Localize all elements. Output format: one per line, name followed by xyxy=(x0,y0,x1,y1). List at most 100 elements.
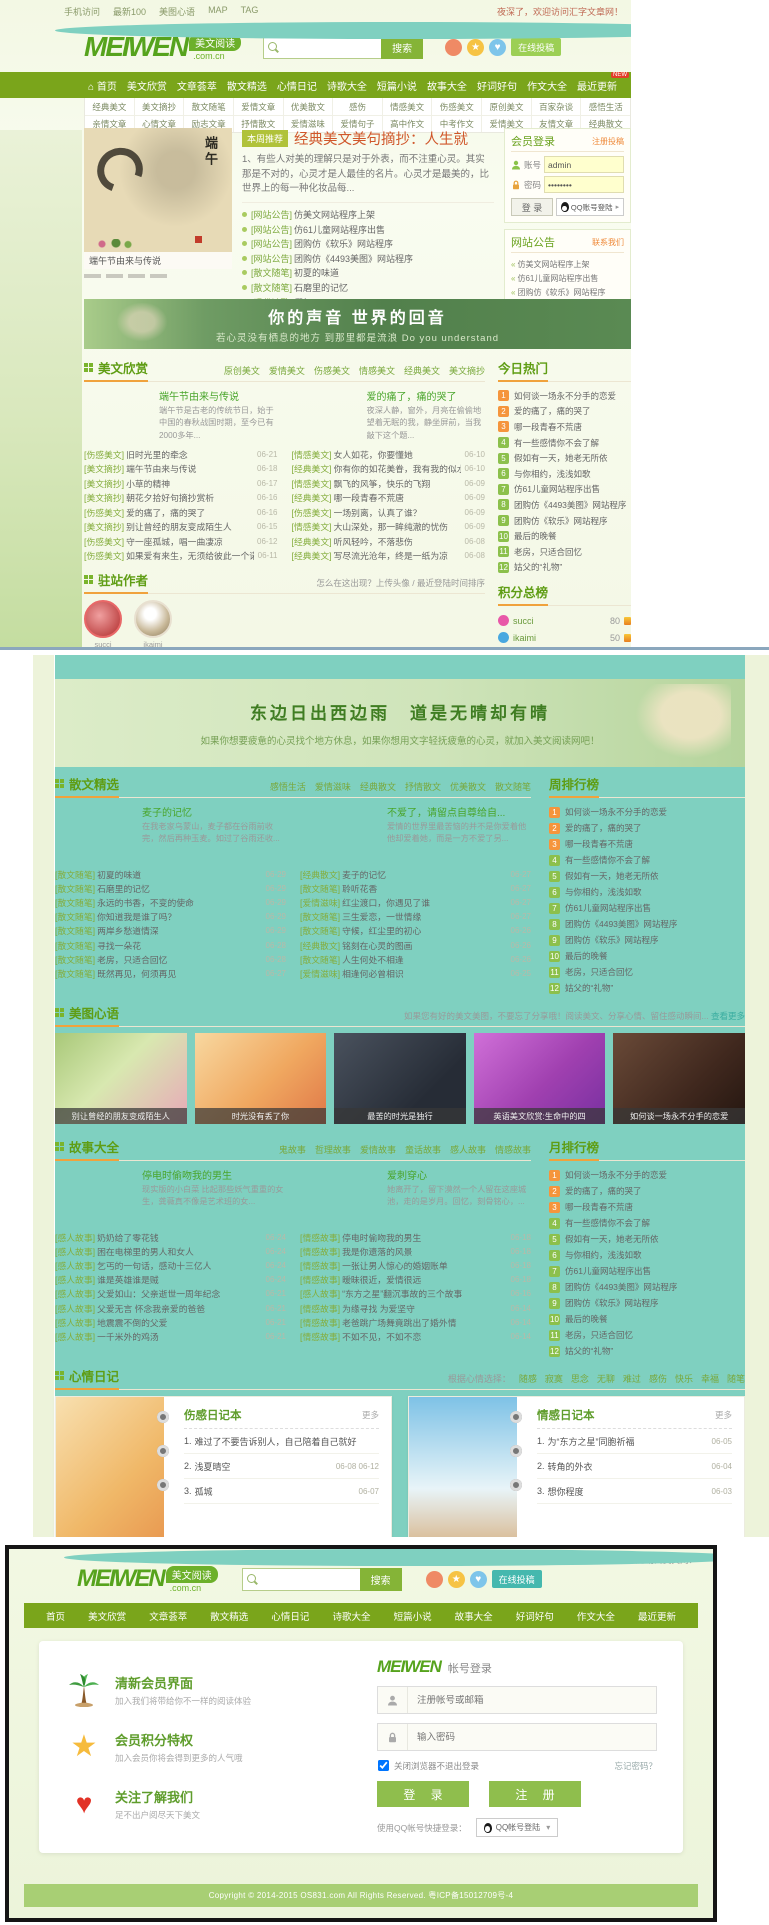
gallery-image[interactable]: 如何谈一场永不分手的恋爱 xyxy=(613,1033,745,1124)
rank-item[interactable]: 团购仿《软乐》网站程序 xyxy=(549,1295,745,1311)
rank-item[interactable]: 爱的痛了，痛的哭了 xyxy=(498,404,631,420)
heart-icon[interactable]: ♥ xyxy=(489,39,506,56)
article-row[interactable]: [散文随笔]人生何处不相逢06-26 xyxy=(300,952,531,966)
rank-item[interactable]: 最后的晚餐 xyxy=(549,948,745,964)
contact-link[interactable]: 联系我们 xyxy=(592,237,624,248)
rank-item[interactable]: 爱的痛了，痛的哭了 xyxy=(549,1183,745,1199)
mood-link[interactable]: 幸福 xyxy=(701,1372,719,1385)
notice-item[interactable]: 仿61儿童网站程序出售 xyxy=(511,271,624,285)
mood-link[interactable]: 无聊 xyxy=(597,1372,615,1385)
section-tab[interactable]: 爱情美文 xyxy=(269,364,305,377)
headline-item[interactable]: [网站公告]团购仿《4493美图》网站程序 xyxy=(242,251,494,266)
article-row[interactable]: [经典散文]铭刻在心灵的图画06-26 xyxy=(300,938,531,952)
promo-banner[interactable]: 你的声音 世界的回音 若心灵没有栖息的地方 到那里都是流浪 Do you und… xyxy=(84,299,631,349)
subnav-link[interactable]: 经典美文 xyxy=(85,98,135,115)
nav-item[interactable]: 好词好句 xyxy=(477,78,517,93)
subnav-link[interactable]: 原创美文 xyxy=(482,98,532,115)
rank-item[interactable]: 哪一段青春不荒唐 xyxy=(549,1199,745,1215)
poem-banner[interactable]: 东边日出西边雨 道是无晴却有晴 如果你想要疲惫的心灵找个地方休息，如果你想用文字… xyxy=(55,679,745,767)
article-row[interactable]: [散文随笔]两岸乡愁道情深06-29 xyxy=(55,924,286,938)
account-input[interactable] xyxy=(544,156,624,173)
weibo-icon[interactable] xyxy=(426,1571,443,1588)
rank-item[interactable]: 团购仿《4493美图》网站程序 xyxy=(549,916,745,932)
remember-checkbox[interactable] xyxy=(378,1760,389,1771)
qq-share-icon[interactable] xyxy=(64,1549,717,1566)
gallery-image[interactable]: 别让曾经的朋友变成陌生人 xyxy=(55,1033,187,1124)
section-tab[interactable]: 鬼故事 xyxy=(279,1143,306,1156)
topbar-link[interactable]: 最新100 xyxy=(113,5,146,18)
view-more-link[interactable]: 查看更多 xyxy=(711,1011,745,1021)
article-row[interactable]: [散文随笔]寻找一朵花06-28 xyxy=(55,938,286,952)
topbar-link[interactable]: TAG xyxy=(241,5,259,18)
article-row[interactable]: [美文摘抄]朝花夕拾好句摘抄赏析06-16 xyxy=(84,490,278,505)
article-row[interactable]: [伤感美文]爱的痛了，痛的哭了06-16 xyxy=(84,505,278,520)
nav-item[interactable]: 最近更新 xyxy=(577,78,617,93)
submit-article-button[interactable]: 在线投稿 xyxy=(492,1570,542,1588)
headline-item[interactable]: [散文随笔]初夏的味道 xyxy=(242,266,494,281)
article-row[interactable]: [散文随笔]老房，只适合回忆06-28 xyxy=(55,952,286,966)
article-row[interactable]: [情感故事]不如不见，不如不恋06-14 xyxy=(300,1329,531,1343)
section-tab[interactable]: 散文随笔 xyxy=(495,780,531,793)
rank-item[interactable]: 老房，只适合回忆 xyxy=(498,544,631,560)
rank-item[interactable]: 老房，只适合回忆 xyxy=(549,964,745,980)
section-tab[interactable]: 经典散文 xyxy=(360,780,396,793)
rank-item[interactable]: 哪一段青春不荒唐 xyxy=(549,836,745,852)
article-row[interactable]: [散文随笔]聆听花香06-27 xyxy=(300,881,531,895)
rank-item[interactable]: 有一些感情你不会了解 xyxy=(549,1215,745,1231)
article-row[interactable]: [散文随笔]三生爱恋，一世情缘06-27 xyxy=(300,910,531,924)
article-row[interactable]: [爱情滋味]相逢何必曾相识06-25 xyxy=(300,966,531,980)
section-tab[interactable]: 抒情散文 xyxy=(405,780,441,793)
article-row[interactable]: [情感故事]停电时偷吻我的男生06-18 xyxy=(300,1230,531,1244)
diary-row-item[interactable]: 1.难过了不要告诉别人，自己陪着自己就好 xyxy=(184,1429,379,1454)
mood-link[interactable]: 感伤 xyxy=(649,1372,667,1385)
nav-item[interactable]: 故事大全 xyxy=(455,1609,493,1623)
rank-item[interactable]: 如何谈一场永不分手的恋爱 xyxy=(498,388,631,404)
author-avatar[interactable]: ikaimi xyxy=(134,600,172,648)
rank-item[interactable]: 团购仿《软乐》网站程序 xyxy=(498,513,631,529)
mood-link[interactable]: 难过 xyxy=(623,1372,641,1385)
search-button[interactable]: 搜索 xyxy=(360,1568,402,1591)
subnav-link[interactable]: 伤感美文 xyxy=(432,98,482,115)
headline-item[interactable]: [网站公告]仿美文网站程序上架 xyxy=(242,207,494,222)
notice-item[interactable]: 团购仿《软乐》网站程序 xyxy=(511,285,624,299)
article-row[interactable]: [情感美文]大山深处，那一眸纯澈的忧伤06-09 xyxy=(292,519,486,534)
nav-item[interactable]: 美文欣赏 xyxy=(127,78,167,93)
nav-item[interactable]: 文章荟萃 xyxy=(149,1609,187,1623)
article-row[interactable]: [情感故事]一张让男人惊心的婚姻账单06-18 xyxy=(300,1258,531,1272)
forgot-password-link[interactable]: 忘记密码？ xyxy=(614,1760,657,1772)
nav-item[interactable]: 最近更新 xyxy=(638,1609,676,1623)
nav-item[interactable]: 散文精选 xyxy=(210,1609,248,1623)
subnav-link[interactable]: 感悟生活 xyxy=(581,98,630,115)
article-row[interactable]: [散文随笔]你知道我是谁了吗？06-29 xyxy=(55,910,286,924)
featured-article[interactable]: 端午节由来与传说端午节是古老的传统节日，始于中国的春秋战国时期，至今已有2000… xyxy=(84,388,278,442)
article-row[interactable]: [感人故事]谁是英雄谁是贼06-24 xyxy=(55,1273,286,1287)
favorite-star-icon[interactable]: ★ xyxy=(448,1571,465,1588)
nav-item[interactable]: 短篇小说 xyxy=(394,1609,432,1623)
article-row[interactable]: [经典散文]麦子的记忆06-27 xyxy=(300,867,531,881)
topbar-link[interactable]: 手机访问 xyxy=(64,5,100,18)
rank-item[interactable]: 与你相约，浅浅如歌 xyxy=(549,1247,745,1263)
login-button[interactable]: 登 录 xyxy=(377,1781,469,1807)
nav-item[interactable]: 作文大全 xyxy=(577,1609,615,1623)
article-row[interactable]: [经典美文]听风轻吟，不落悲伤06-08 xyxy=(292,534,486,549)
nav-item[interactable]: 诗歌大全 xyxy=(327,78,367,93)
rank-item[interactable]: 假如有一天，她老无所依 xyxy=(549,868,745,884)
rank-item[interactable]: 团购仿《4493美图》网站程序 xyxy=(549,1279,745,1295)
article-row[interactable]: [美文摘抄]小草的精神06-17 xyxy=(84,476,278,491)
more-link[interactable]: 更多 xyxy=(715,1409,732,1421)
submit-article-button[interactable]: 在线投稿 xyxy=(511,38,561,56)
rank-item[interactable]: 仿61儿童网站程序出售 xyxy=(549,1263,745,1279)
rank-item[interactable]: 有一些感情你不会了解 xyxy=(549,852,745,868)
article-row[interactable]: [情感故事]暧昧很近，爱情很远06-18 xyxy=(300,1273,531,1287)
nav-item[interactable]: 心情日记 xyxy=(277,78,317,93)
rank-item[interactable]: 如何谈一场永不分手的恋爱 xyxy=(549,1167,745,1183)
headline-item[interactable]: [网站公告]团购仿《软乐》网站程序 xyxy=(242,236,494,251)
article-row[interactable]: [经典美文]你有你的如花美眷，我有我的似水06-10 xyxy=(292,461,486,476)
section-tab[interactable]: 情感故事 xyxy=(495,1143,531,1156)
nav-item[interactable]: 散文精选 xyxy=(227,78,267,93)
search-input[interactable] xyxy=(242,1568,360,1591)
article-row[interactable]: [感人故事]乞丐的一句话，感动十三亿人06-24 xyxy=(55,1258,286,1272)
article-row[interactable]: [情感美文]飘飞的风筝，快乐的飞翔06-09 xyxy=(292,476,486,491)
nav-item[interactable]: 短篇小说 xyxy=(377,78,417,93)
mood-link[interactable]: 随感 xyxy=(519,1372,537,1385)
